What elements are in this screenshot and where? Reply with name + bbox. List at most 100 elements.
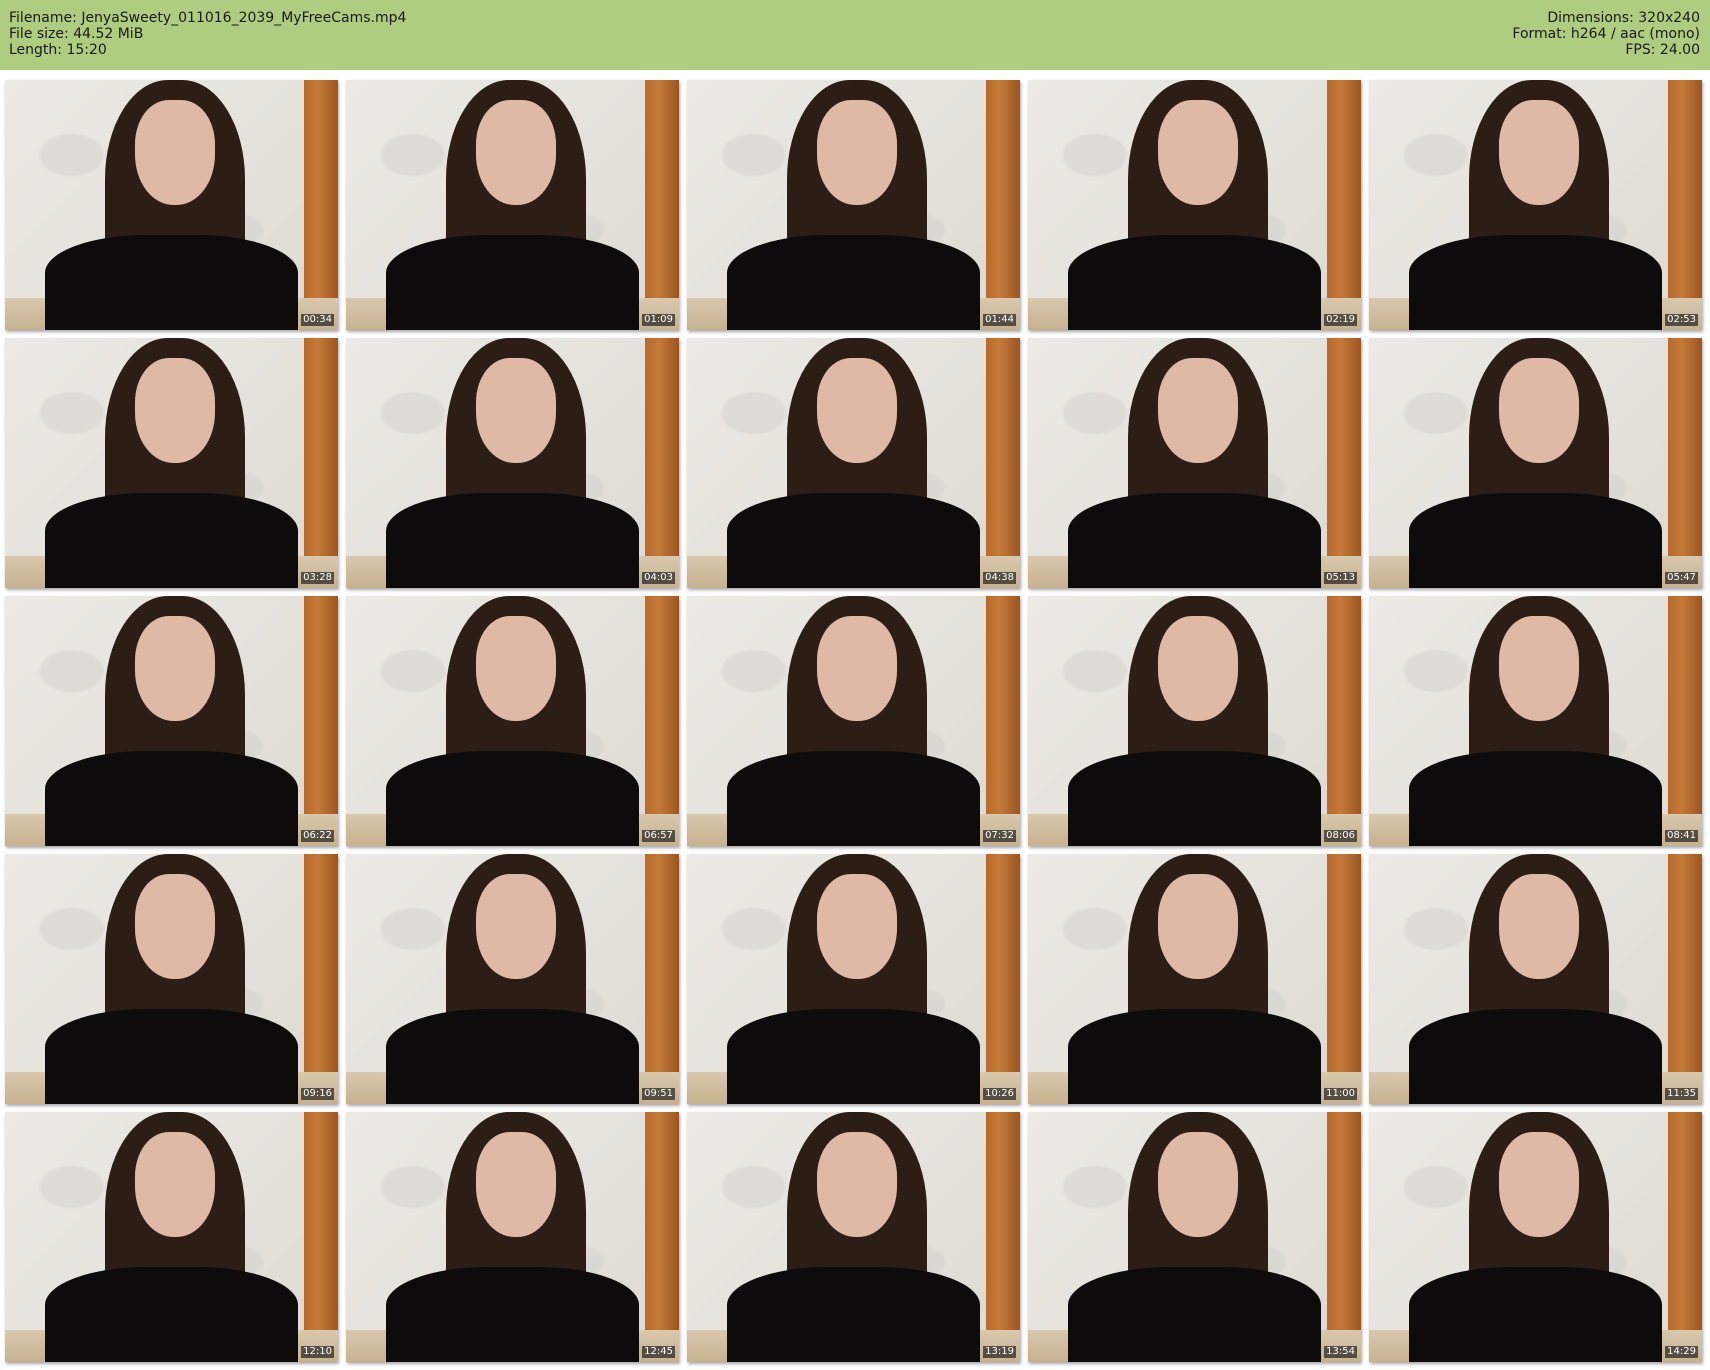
video-thumbnail: 06:57 — [346, 596, 679, 846]
person-face — [1157, 358, 1238, 463]
wooden-door — [645, 596, 679, 846]
video-thumbnail: 11:00 — [1028, 854, 1361, 1104]
person-black-top — [1408, 1009, 1663, 1104]
wooden-door — [1668, 80, 1702, 330]
person-face — [134, 358, 215, 463]
person-face — [1498, 1132, 1579, 1237]
timestamp-label: 01:09 — [642, 314, 675, 326]
person-face — [134, 100, 215, 205]
timestamp-label: 11:35 — [1665, 1088, 1698, 1100]
video-thumbnail: 07:32 — [687, 596, 1020, 846]
video-thumbnail: 13:19 — [687, 1112, 1020, 1362]
person-black-top — [1408, 493, 1663, 588]
person-black-top — [44, 493, 299, 588]
person-face — [816, 616, 897, 721]
wooden-door — [986, 596, 1020, 846]
timestamp-label: 13:54 — [1324, 1346, 1357, 1358]
timestamp-label: 10:26 — [983, 1088, 1016, 1100]
video-thumbnail: 12:10 — [5, 1112, 338, 1362]
video-thumbnail: 13:54 — [1028, 1112, 1361, 1362]
timestamp-label: 09:16 — [301, 1088, 334, 1100]
wooden-door — [1327, 854, 1361, 1104]
person-black-top — [726, 493, 981, 588]
video-thumbnail: 04:38 — [687, 338, 1020, 588]
person-black-top — [385, 493, 640, 588]
person-black-top — [44, 235, 299, 330]
wooden-door — [1327, 1112, 1361, 1362]
wooden-door — [645, 338, 679, 588]
wooden-door — [1327, 338, 1361, 588]
wooden-door — [986, 338, 1020, 588]
person-black-top — [1067, 1009, 1322, 1104]
person-face — [1498, 100, 1579, 205]
timestamp-label: 08:06 — [1324, 830, 1357, 842]
person-face — [475, 616, 556, 721]
person-black-top — [726, 1267, 981, 1362]
person-black-top — [44, 751, 299, 846]
timestamp-label: 11:00 — [1324, 1088, 1357, 1100]
timestamp-label: 01:44 — [983, 314, 1016, 326]
wooden-door — [986, 1112, 1020, 1362]
video-thumbnail: 00:34 — [5, 80, 338, 330]
person-face — [1157, 1132, 1238, 1237]
person-black-top — [385, 751, 640, 846]
person-black-top — [1408, 1267, 1663, 1362]
person-face — [475, 358, 556, 463]
person-black-top — [1408, 751, 1663, 846]
person-black-top — [385, 1267, 640, 1362]
video-thumbnail: 05:47 — [1369, 338, 1702, 588]
wooden-door — [304, 596, 338, 846]
person-face — [1157, 874, 1238, 979]
timestamp-label: 14:29 — [1665, 1346, 1698, 1358]
wooden-door — [1668, 338, 1702, 588]
wooden-door — [304, 854, 338, 1104]
wooden-door — [1668, 596, 1702, 846]
wooden-door — [304, 1112, 338, 1362]
timestamp-label: 02:53 — [1665, 314, 1698, 326]
wooden-door — [645, 80, 679, 330]
wooden-door — [645, 1112, 679, 1362]
person-black-top — [1067, 235, 1322, 330]
person-face — [475, 874, 556, 979]
person-face — [475, 100, 556, 205]
video-thumbnail: 04:03 — [346, 338, 679, 588]
person-black-top — [1067, 1267, 1322, 1362]
video-thumbnail: 08:41 — [1369, 596, 1702, 846]
video-thumbnail: 02:53 — [1369, 80, 1702, 330]
timestamp-label: 04:38 — [983, 572, 1016, 584]
video-thumbnail: 01:09 — [346, 80, 679, 330]
timestamp-label: 07:32 — [983, 830, 1016, 842]
wooden-door — [986, 854, 1020, 1104]
wooden-door — [304, 338, 338, 588]
person-black-top — [44, 1009, 299, 1104]
person-face — [816, 100, 897, 205]
timestamp-label: 06:22 — [301, 830, 334, 842]
timestamp-label: 00:34 — [301, 314, 334, 326]
person-black-top — [1067, 751, 1322, 846]
person-black-top — [726, 235, 981, 330]
video-thumbnail: 08:06 — [1028, 596, 1361, 846]
video-thumbnail: 02:19 — [1028, 80, 1361, 330]
timestamp-label: 04:03 — [642, 572, 675, 584]
wooden-door — [1327, 80, 1361, 330]
wooden-door — [1668, 1112, 1702, 1362]
video-thumbnail: 05:13 — [1028, 338, 1361, 588]
wooden-door — [645, 854, 679, 1104]
video-thumbnail: 12:45 — [346, 1112, 679, 1362]
timestamp-label: 12:45 — [642, 1346, 675, 1358]
person-face — [134, 616, 215, 721]
timestamp-label: 02:19 — [1324, 314, 1357, 326]
timestamp-label: 08:41 — [1665, 830, 1698, 842]
video-thumbnail: 01:44 — [687, 80, 1020, 330]
timestamp-label: 05:13 — [1324, 572, 1357, 584]
timestamp-label: 05:47 — [1665, 572, 1698, 584]
wooden-door — [1327, 596, 1361, 846]
video-thumbnail: 03:28 — [5, 338, 338, 588]
person-black-top — [385, 235, 640, 330]
person-face — [1498, 874, 1579, 979]
video-thumbnail: 09:16 — [5, 854, 338, 1104]
video-thumbnail: 06:22 — [5, 596, 338, 846]
person-face — [816, 358, 897, 463]
timestamp-label: 03:28 — [301, 572, 334, 584]
wooden-door — [986, 80, 1020, 330]
